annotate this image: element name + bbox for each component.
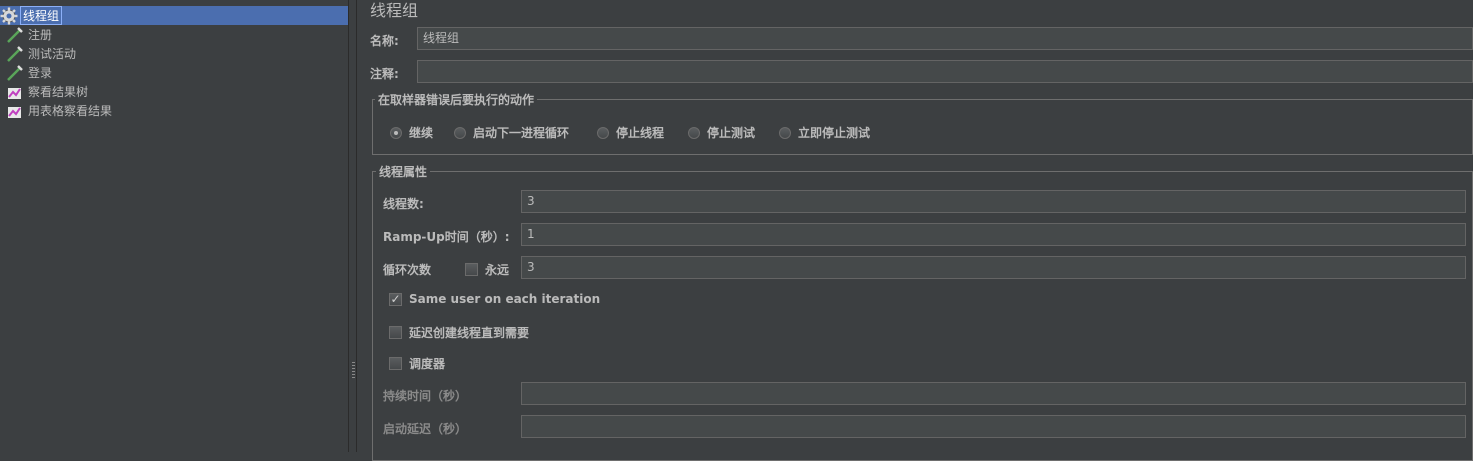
radio-stop-test-now[interactable]: 立即停止测试: [779, 124, 870, 141]
radio-selected-icon[interactable]: [390, 126, 402, 139]
comment-field[interactable]: [417, 60, 1473, 83]
tree-item-register[interactable]: 注册: [6, 25, 54, 44]
duration-field[interactable]: [521, 382, 1466, 405]
same-user-label: Same user on each iteration: [409, 292, 601, 306]
radio-label: 立即停止测试: [798, 126, 871, 140]
tree-item-label: 线程组: [20, 6, 63, 25]
radio-icon[interactable]: [597, 126, 609, 139]
checkbox-checked-icon[interactable]: ✓: [389, 292, 402, 306]
tree-item-view-results-table[interactable]: 用表格察看结果: [6, 101, 114, 120]
thread-properties-legend: 线程属性: [376, 163, 431, 180]
forever-checkbox[interactable]: 永远: [465, 261, 509, 278]
page-title: 线程组: [370, 1, 419, 20]
tree-item-label: 察看结果树: [28, 85, 89, 99]
tree-item-label: 用表格察看结果: [28, 104, 113, 118]
radio-continue[interactable]: 继续: [390, 124, 433, 141]
radio-label: 停止测试: [707, 126, 756, 140]
delay-thread-label: 延迟创建线程直到需要: [409, 326, 530, 340]
radio-icon[interactable]: [454, 126, 466, 139]
pipette-icon: [6, 26, 24, 44]
tree-item-label: 登录: [28, 66, 53, 80]
radio-icon[interactable]: [688, 126, 700, 139]
radio-stop-test[interactable]: 停止测试: [688, 124, 755, 141]
test-plan-tree[interactable]: 线程组 注册 测试活动 登录 察看结果树 用表格察看结果: [0, 0, 348, 452]
graph-icon: [6, 102, 24, 120]
scheduler-label: 调度器: [409, 357, 446, 371]
same-user-checkbox[interactable]: ✓ Same user on each iteration: [389, 292, 600, 306]
threads-field[interactable]: 3: [521, 190, 1466, 213]
panel-splitter[interactable]: [348, 0, 357, 452]
checkbox-icon[interactable]: [465, 263, 478, 276]
loop-count-field[interactable]: 3: [521, 256, 1466, 279]
delay-thread-creation-checkbox[interactable]: 延迟创建线程直到需要: [389, 324, 529, 341]
tree-item-label: 注册: [28, 28, 53, 42]
gear-icon: [0, 7, 18, 25]
graph-icon: [6, 83, 24, 101]
scheduler-checkbox[interactable]: 调度器: [389, 355, 445, 372]
radio-label: 继续: [409, 126, 434, 140]
name-label: 名称:: [370, 34, 399, 48]
checkbox-icon[interactable]: [389, 357, 402, 370]
thread-group-panel: 线程组 名称: 线程组 注释: 在取样器错误后要执行的动作 继续 启动下一进程循…: [358, 0, 1473, 461]
tree-item-label: 测试活动: [28, 47, 77, 61]
forever-label: 永远: [485, 263, 510, 277]
radio-label: 启动下一进程循环: [473, 126, 570, 140]
error-action-legend: 在取样器错误后要执行的动作: [375, 91, 538, 108]
checkbox-icon[interactable]: [389, 326, 402, 339]
radio-icon[interactable]: [779, 126, 791, 139]
startup-delay-label: 启动延迟（秒）: [383, 422, 468, 436]
radio-stop-thread[interactable]: 停止线程: [597, 124, 664, 141]
tree-item-test-activity[interactable]: 测试活动: [6, 44, 78, 63]
radio-label: 停止线程: [616, 126, 665, 140]
pipette-icon: [6, 64, 24, 82]
startup-delay-field[interactable]: [521, 415, 1466, 438]
tree-item-thread-group[interactable]: 线程组: [0, 6, 348, 25]
pipette-icon: [6, 45, 24, 63]
tree-item-login[interactable]: 登录: [6, 63, 54, 82]
rampup-field[interactable]: 1: [521, 223, 1466, 246]
threads-label: 线程数:: [383, 197, 424, 211]
splitter-grip-icon[interactable]: [352, 362, 355, 378]
tree-item-view-results-tree[interactable]: 察看结果树: [6, 82, 90, 101]
comment-label: 注释:: [370, 67, 399, 81]
rampup-label: Ramp-Up时间（秒）:: [383, 230, 510, 244]
loop-count-label: 循环次数: [383, 263, 432, 277]
name-field[interactable]: 线程组: [417, 27, 1473, 50]
duration-label: 持续时间（秒）: [383, 389, 468, 403]
radio-start-next-loop[interactable]: 启动下一进程循环: [454, 124, 569, 141]
